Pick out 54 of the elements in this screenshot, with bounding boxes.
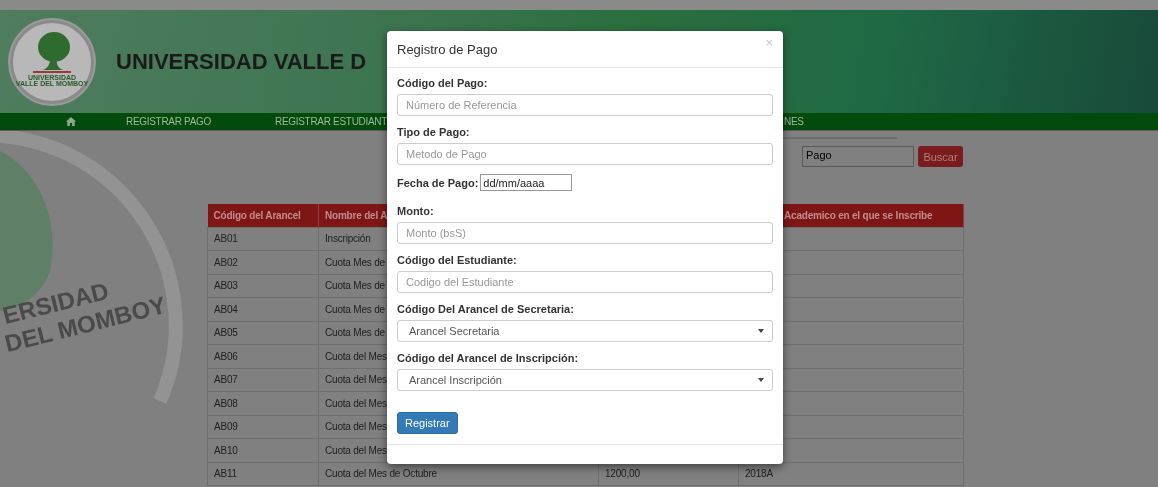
- table-cell: AB09: [214, 421, 238, 433]
- table-cell: Cuota del Mes: [325, 374, 387, 386]
- table-cell: Cuota del Mes: [325, 350, 387, 362]
- input-field[interactable]: Número de Referencia: [397, 94, 773, 116]
- search-button[interactable]: Buscar: [918, 146, 963, 167]
- nav-link[interactable]: NES: [784, 116, 804, 127]
- field-label: Código del Pago:: [397, 76, 489, 90]
- table-cell: AB01: [214, 233, 238, 245]
- nav-link[interactable]: REGISTRAR PAGO: [126, 116, 212, 127]
- table-cell: AB07: [214, 374, 238, 386]
- table-cell: AB10: [214, 444, 238, 456]
- field-label: Código del Estudiante:: [397, 253, 518, 267]
- input-field[interactable]: Codigo del Estudiante: [397, 271, 773, 293]
- select-field[interactable]: Arancel Inscripción: [397, 369, 773, 391]
- table-cell: AB05: [214, 327, 238, 339]
- table-cell: Cuota Mes de: [325, 327, 385, 339]
- column-header: Nombre del A: [325, 209, 388, 221]
- table-cell: Cuota del Mes: [325, 421, 387, 433]
- table-cell: Cuota Mes de: [325, 280, 385, 292]
- field-label: Código Del Arancel de Secretaria:: [397, 302, 575, 316]
- table-cell: AB02: [214, 256, 238, 268]
- table-cell: AB08: [214, 397, 238, 409]
- table-cell: AB03: [214, 280, 238, 292]
- table-cell: Cuota Mes de: [325, 256, 385, 268]
- field-label: Monto:: [397, 204, 435, 218]
- column-header: Código del Arancel: [213, 209, 301, 221]
- home-link[interactable]: [66, 117, 76, 126]
- table-cell: AB11: [214, 468, 237, 480]
- input-field[interactable]: Metodo de Pago: [397, 143, 773, 165]
- select-field[interactable]: Arancel Secretaria: [397, 320, 773, 342]
- date-field[interactable]: dd/mm/aaaa: [480, 174, 573, 191]
- field-label: Fecha de Pago:: [397, 176, 479, 189]
- table-cell: Cuota Mes de: [325, 303, 385, 315]
- site-title: UNIVERSIDAD VALLE D: [116, 48, 367, 75]
- caret-icon: [758, 329, 764, 333]
- modal-title: Registro de Pago: [397, 41, 498, 57]
- table-cell: Cuota del Mes de Octubre: [325, 468, 437, 480]
- field-label: Tipo de Pago:: [397, 125, 471, 139]
- field-label: Código del Arancel de Inscripción:: [397, 351, 580, 365]
- register-button[interactable]: Registrar: [397, 412, 458, 434]
- caret-icon: [758, 378, 764, 382]
- table-cell: Cuota del Mes: [325, 397, 387, 409]
- table-cell: AB04: [214, 303, 238, 315]
- table-cell: 1200,00: [605, 468, 640, 480]
- table-cell: Cuota del Mes: [325, 444, 387, 456]
- table-cell: Inscripción: [325, 233, 371, 245]
- table-cell: 2018A: [745, 468, 773, 480]
- home-icon: [66, 117, 76, 126]
- nav-link[interactable]: REGISTRAR ESTUDIANT: [275, 116, 388, 127]
- table-cell: AB06: [214, 350, 238, 362]
- search-field[interactable]: Pago: [802, 146, 914, 167]
- input-field[interactable]: Monto (bsS): [397, 222, 773, 244]
- logo-stripe-icon: [33, 70, 71, 73]
- column-header: Academico en el que se Inscribe: [784, 209, 933, 221]
